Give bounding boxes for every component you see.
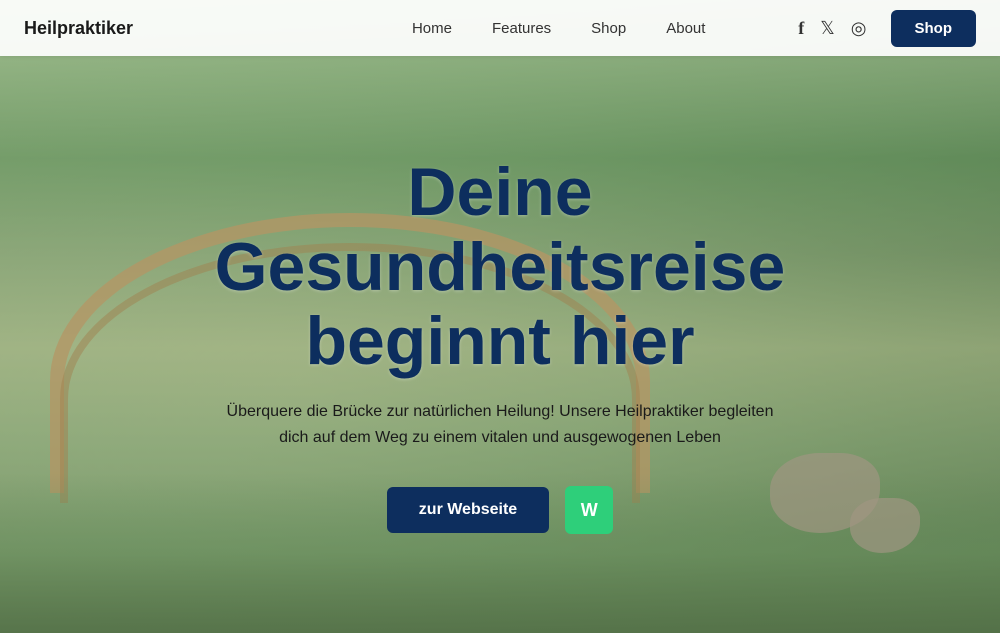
cta-secondary-button[interactable]: W <box>565 486 613 534</box>
nav-home[interactable]: Home <box>412 20 452 37</box>
shop-button[interactable]: Shop <box>891 10 977 47</box>
hero-subtitle: Überquere die Brücke zur natürlichen Hei… <box>220 399 780 450</box>
nav-shop[interactable]: Shop <box>591 20 626 37</box>
hero-section: Deine Gesundheitsreise beginnt hier Über… <box>0 0 1000 633</box>
navbar-right: Shop <box>798 10 976 47</box>
brand-name: Heilpraktiker <box>24 18 133 39</box>
hero-title-line1: Deine <box>407 154 592 230</box>
instagram-icon[interactable] <box>851 18 867 39</box>
twitter-icon[interactable] <box>820 18 835 39</box>
hero-title-line3: beginnt hier <box>305 303 694 379</box>
hero-buttons: zur Webseite W <box>387 486 613 534</box>
hero-title-line2: Gesundheitsreise <box>215 229 786 305</box>
nav-about[interactable]: About <box>666 20 705 37</box>
nav-features[interactable]: Features <box>492 20 551 37</box>
hero-content: Deine Gesundheitsreise beginnt hier Über… <box>0 0 1000 633</box>
facebook-icon[interactable] <box>798 18 804 39</box>
cta-primary-button[interactable]: zur Webseite <box>387 487 549 533</box>
navbar: Heilpraktiker Home Features Shop About S… <box>0 0 1000 56</box>
nav-links: Home Features Shop About <box>412 20 705 37</box>
hero-title: Deine Gesundheitsreise beginnt hier <box>215 155 786 379</box>
